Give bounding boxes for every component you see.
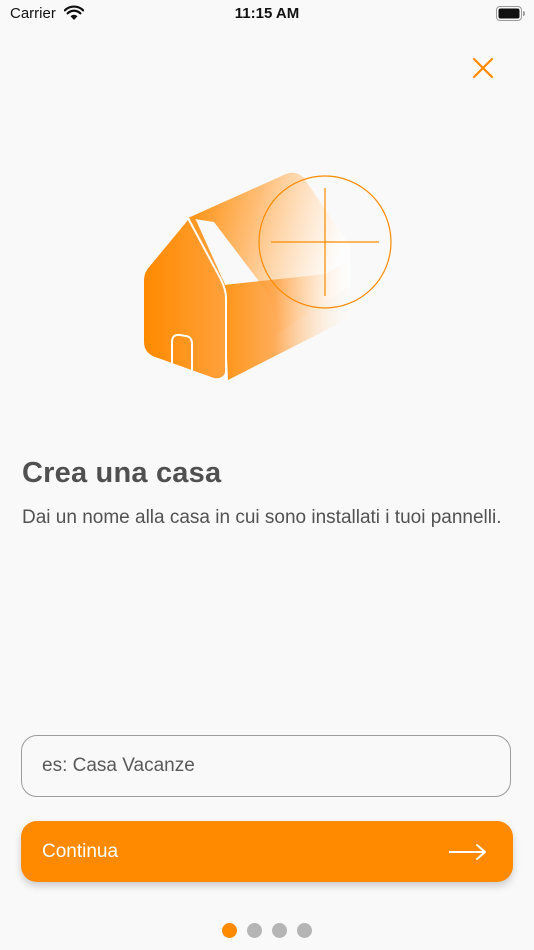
page-indicator	[0, 923, 534, 938]
continue-button[interactable]: Continua	[21, 821, 513, 882]
house-name-input[interactable]	[21, 735, 511, 797]
page-dot-4	[297, 923, 312, 938]
house-add-illustration	[144, 172, 392, 380]
close-icon	[472, 57, 494, 79]
clock: 11:15 AM	[234, 5, 300, 22]
status-bar: Carrier 11:15 AM	[0, 0, 534, 30]
continue-button-label: Continua	[42, 840, 119, 862]
close-button[interactable]	[468, 53, 498, 83]
page-subtitle: Dai un nome alla casa in cui sono instal…	[22, 507, 502, 528]
battery-icon	[496, 6, 525, 21]
page-dot-2	[247, 923, 262, 938]
arrow-right-icon	[449, 843, 486, 860]
page-title: Crea una casa	[22, 457, 222, 489]
page-dot-1	[222, 923, 237, 938]
page-dot-3	[272, 923, 287, 938]
